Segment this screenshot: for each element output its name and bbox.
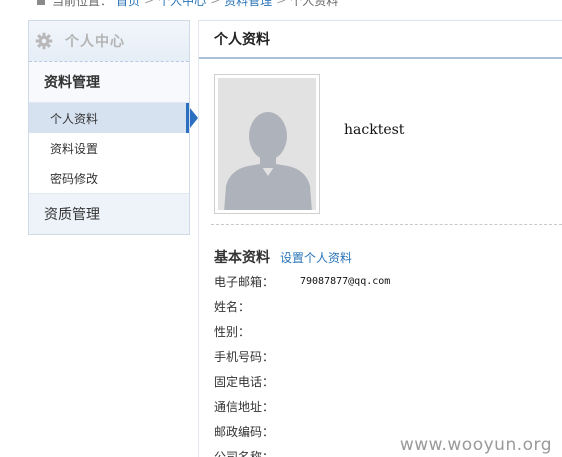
basic-info-section: 基本资料 设置个人资料 电子邮箱： 79087877@qq.com 姓名： 性别…	[199, 247, 562, 457]
sidebar-title: 个人中心	[65, 34, 125, 50]
page-title: 个人资料	[199, 21, 562, 59]
breadcrumb-separator: >	[210, 0, 221, 7]
breadcrumb-prefix: 当前位置：	[52, 0, 113, 8]
breadcrumb-personal-center[interactable]: 个人中心	[158, 0, 206, 9]
sidebar-group-profile-management[interactable]: 资料管理	[29, 62, 189, 103]
breadcrumb: 当前位置： 首页 > 个人中心 > 资料管理 > 个人资料	[34, 0, 338, 8]
sidebar-item-label: 个人资料	[50, 111, 99, 126]
field-label: 邮政编码：	[214, 425, 275, 439]
person-silhouette-icon	[218, 78, 316, 210]
sidebar-item-personal-profile[interactable]: 个人资料	[29, 103, 198, 133]
edit-profile-link[interactable]: 设置个人资料	[280, 249, 352, 266]
avatar	[214, 74, 320, 214]
sidebar-header: 个人中心	[29, 21, 189, 62]
field-label: 手机号码：	[214, 350, 275, 364]
main-panel: 个人资料 hacktest 基本资料 设置个人资料 电子邮箱： 79087877…	[198, 20, 562, 457]
home-icon	[34, 0, 48, 6]
sidebar-item-profile-settings[interactable]: 资料设置	[29, 133, 189, 163]
sidebar-item-change-password[interactable]: 密码修改	[29, 163, 189, 193]
breadcrumb-profile-management[interactable]: 资料管理	[224, 0, 272, 9]
basic-info-title: 基本资料	[214, 250, 270, 266]
sidebar-group-qualification-management[interactable]: 资质管理	[29, 193, 189, 234]
profile-summary: hacktest	[211, 59, 562, 225]
field-label: 通信地址：	[214, 400, 275, 414]
field-label: 姓名：	[214, 300, 251, 314]
field-email: 电子邮箱： 79087877@qq.com	[214, 269, 562, 294]
breadcrumb-separator: >	[144, 0, 155, 7]
breadcrumb-home[interactable]: 首页	[116, 0, 140, 9]
field-phone: 固定电话：	[214, 369, 562, 394]
field-value: 79087877@qq.com	[300, 276, 391, 287]
sidebar: 个人中心 资料管理 个人资料 资料设置 密码修改 资质管理	[28, 20, 198, 235]
field-mobile: 手机号码：	[214, 344, 562, 369]
sidebar-item-label: 密码修改	[50, 171, 99, 186]
field-label: 公司名称：	[214, 450, 275, 457]
field-name: 姓名：	[214, 294, 562, 319]
field-label: 固定电话：	[214, 375, 275, 389]
watermark: www.wooyun.org	[399, 435, 552, 455]
sidebar-item-label: 资料设置	[50, 141, 99, 156]
username: hacktest	[344, 122, 405, 138]
field-gender: 性别：	[214, 319, 562, 344]
field-address: 通信地址：	[214, 394, 562, 419]
gear-icon	[35, 32, 53, 50]
breadcrumb-current: 个人资料	[290, 0, 339, 8]
field-label: 电子邮箱：	[214, 275, 275, 289]
basic-info-header: 基本资料 设置个人资料	[214, 247, 562, 266]
breadcrumb-separator: >	[276, 0, 287, 7]
field-label: 性别：	[214, 325, 251, 339]
field-list: 电子邮箱： 79087877@qq.com 姓名： 性别： 手机号码： 固定电话…	[214, 269, 562, 457]
